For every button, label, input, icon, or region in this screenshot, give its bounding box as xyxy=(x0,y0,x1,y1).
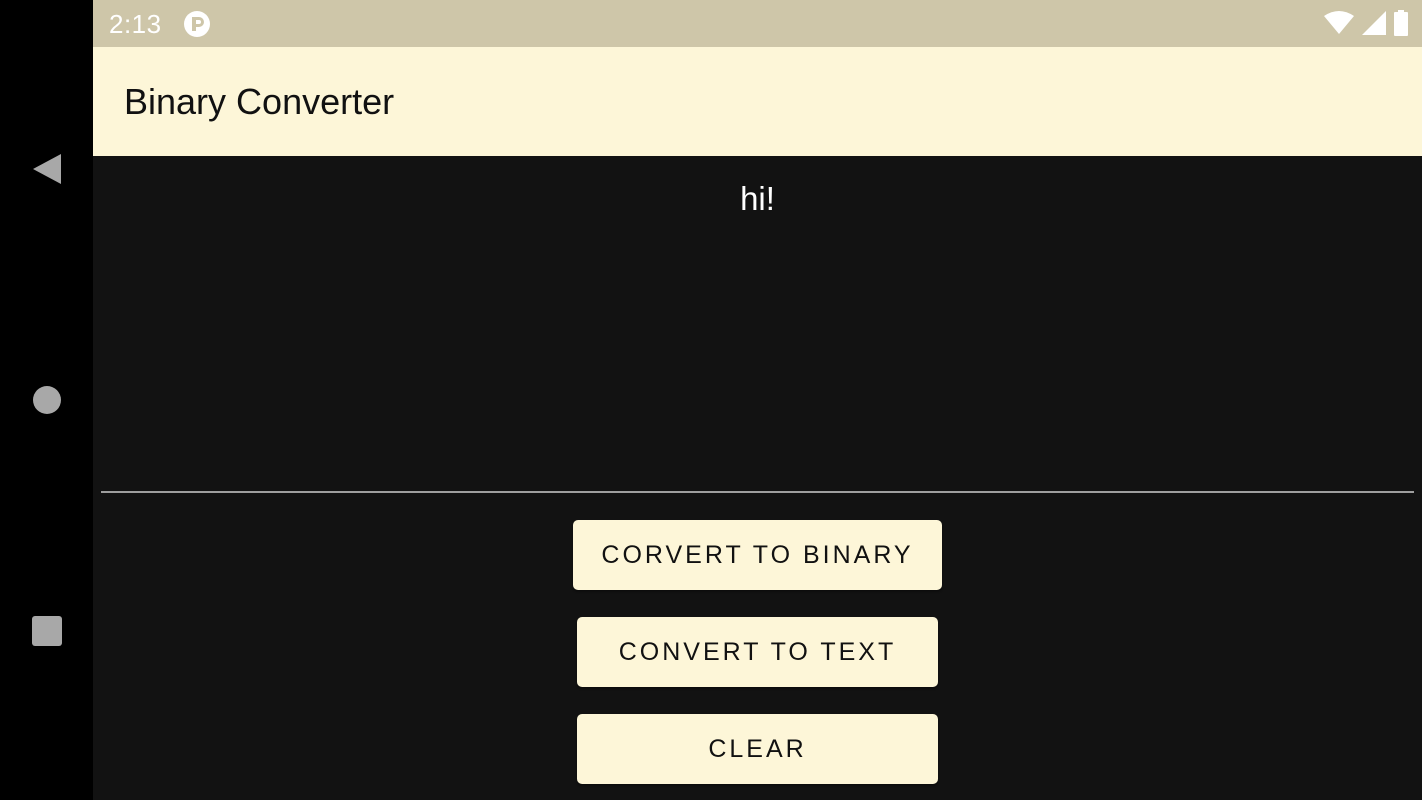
signal-icon xyxy=(1362,11,1386,35)
status-indicators xyxy=(1324,10,1408,36)
back-button[interactable] xyxy=(0,145,93,193)
output-text: hi! xyxy=(740,180,775,217)
status-time: 2:13 xyxy=(109,9,162,39)
recents-icon xyxy=(31,616,62,646)
battery-icon xyxy=(1394,10,1408,36)
recents-button[interactable] xyxy=(0,607,93,655)
status-bar: 2:13 xyxy=(93,0,1422,47)
wifi-icon xyxy=(1324,11,1354,34)
app-title: Binary Converter xyxy=(124,81,395,122)
back-icon xyxy=(32,154,61,184)
convert-to-text-button[interactable]: CONVERT TO TEXT xyxy=(577,617,938,687)
home-icon xyxy=(32,386,61,414)
home-button[interactable] xyxy=(0,376,93,424)
system-navigation-bar xyxy=(0,0,93,800)
app-bar: Binary Converter xyxy=(93,47,1422,156)
clear-button[interactable]: CLEAR xyxy=(577,714,938,784)
app-notification-icon xyxy=(183,10,211,43)
app-screen: 2:13 Binary Converter hi! CORVERT TO BIN… xyxy=(93,0,1422,800)
text-input[interactable] xyxy=(101,236,1414,493)
convert-to-binary-button[interactable]: CORVERT TO BINARY xyxy=(573,520,942,590)
